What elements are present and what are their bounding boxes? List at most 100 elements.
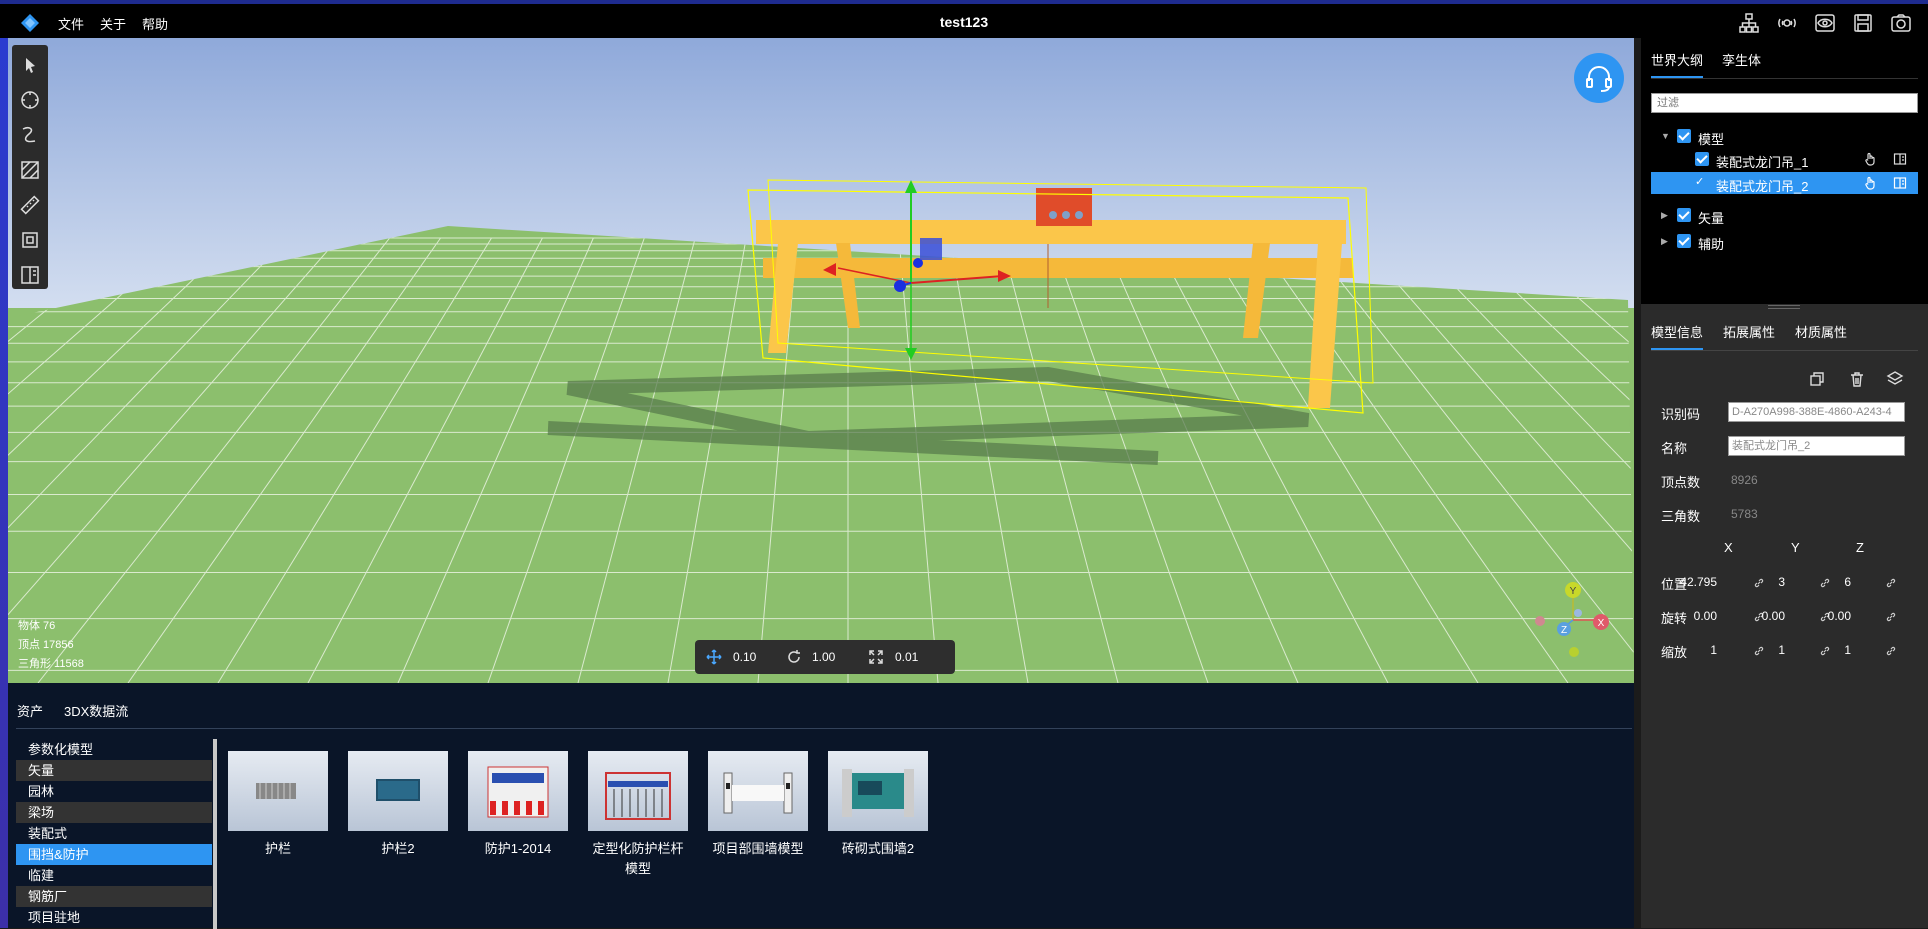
vertex-count: 顶点 17856 <box>18 639 74 651</box>
curve-icon[interactable] <box>18 123 42 147</box>
link-icon[interactable] <box>1885 611 1897 623</box>
category-item[interactable]: 梁场 <box>16 802 212 823</box>
splitter-grip[interactable] <box>1768 305 1800 309</box>
camera-icon[interactable] <box>1890 12 1912 34</box>
asset-card[interactable]: 护栏2 <box>348 751 448 859</box>
move-step-value[interactable]: 0.10 <box>733 650 756 664</box>
tree-checkbox[interactable] <box>1677 234 1691 248</box>
id-label: 识别码 <box>1661 407 1701 422</box>
check-mark-icon[interactable]: ✓ <box>1695 175 1704 188</box>
asset-name: 定型化防护栏杆模型 <box>592 841 684 876</box>
tree-node-crane-2-selected[interactable]: ✓ 装配式龙门吊_2 <box>1651 172 1918 194</box>
tree-label: 辅助 <box>1698 237 1725 252</box>
left-edge-strip <box>0 38 8 928</box>
menu-about[interactable]: 关于 <box>100 14 126 33</box>
delete-icon[interactable] <box>1848 370 1866 388</box>
panel-toggle-icon[interactable] <box>1893 152 1907 166</box>
tree-checkbox[interactable] <box>1677 208 1691 222</box>
asset-card[interactable]: 砖砌式围墙2 <box>828 751 928 859</box>
asset-name: 护栏 <box>264 841 291 856</box>
fixed-railing-thumbnail-icon <box>605 772 671 820</box>
tree-node-helper[interactable]: ▶ 辅助 <box>1641 230 1928 252</box>
area-icon[interactable] <box>18 158 42 182</box>
save-icon[interactable] <box>1852 12 1874 34</box>
id-field[interactable]: D-A270A998-388E-4860-A243-4 <box>1728 402 1905 422</box>
layers-icon[interactable] <box>1886 370 1904 388</box>
tab-material-attributes[interactable]: 材质属性 <box>1795 322 1847 341</box>
link-icon[interactable] <box>1885 577 1897 589</box>
category-scrollbar[interactable] <box>213 739 217 929</box>
hand-pick-icon[interactable] <box>1863 176 1877 190</box>
menu-help[interactable]: 帮助 <box>142 14 168 33</box>
category-item[interactable]: 装配式 <box>16 823 212 844</box>
railing-thumbnail-icon <box>256 783 296 799</box>
asset-card[interactable]: 防护1-2014 <box>468 751 568 859</box>
split-icon[interactable] <box>18 263 42 287</box>
move-icon[interactable] <box>705 648 723 666</box>
copy-icon[interactable] <box>1808 370 1826 388</box>
network-icon[interactable] <box>1776 12 1798 34</box>
hierarchy-icon[interactable] <box>1738 12 1760 34</box>
eye-icon[interactable] <box>1814 12 1836 34</box>
tab-model-info[interactable]: 模型信息 <box>1651 322 1703 341</box>
frame-icon[interactable] <box>18 228 42 252</box>
name-field[interactable]: 装配式龙门吊_2 <box>1728 436 1905 456</box>
expand-arrow-icon[interactable]: ▶ <box>1661 236 1668 247</box>
tab-twin[interactable]: 孪生体 <box>1722 50 1761 69</box>
scale-icon[interactable] <box>867 648 885 666</box>
tab-extended-attributes[interactable]: 拓展属性 <box>1723 322 1775 341</box>
position-z[interactable]: 6 <box>1811 575 1851 589</box>
support-button[interactable] <box>1574 53 1624 103</box>
scale-step-value[interactable]: 0.01 <box>895 650 918 664</box>
hand-pick-icon[interactable] <box>1863 152 1877 166</box>
scale-z[interactable]: 1 <box>1811 643 1851 657</box>
outline-panel: 世界大纲 孪生体 ▼ 模型 装配式龙门吊_1 ✓ 装配式龙门吊_2 ▶ 矢量 ▶… <box>1641 38 1928 304</box>
category-item[interactable]: 项目驻地 <box>16 907 212 928</box>
vertex-count-value: 8926 <box>1731 473 1758 487</box>
category-item[interactable]: 参数化模型 <box>16 739 212 760</box>
rotation-z[interactable]: 0.00 <box>1811 609 1851 623</box>
3d-viewport[interactable]: Y X Z 物体 76 顶点 17856 三角形 11568 0.10 1.00 <box>8 38 1634 683</box>
tab-divider <box>16 728 1632 729</box>
menu-file[interactable]: 文件 <box>58 14 84 33</box>
asset-card[interactable]: 项目部围墙模型 <box>708 751 808 859</box>
category-item[interactable]: 临建 <box>16 865 212 886</box>
category-item[interactable]: 园林 <box>16 781 212 802</box>
tab-divider <box>1651 350 1918 351</box>
tree-label: 装配式龙门吊_2 <box>1716 179 1809 194</box>
rotate-step-value[interactable]: 1.00 <box>812 650 835 664</box>
asset-panel: 资产 3DX数据流 参数化模型 矢量 园林 梁场 装配式 围挡&防护 临建 钢筋… <box>8 683 1634 929</box>
rotate-icon[interactable] <box>785 648 803 666</box>
scale-x[interactable]: 1 <box>1677 643 1717 657</box>
tab-world-outline[interactable]: 世界大纲 <box>1651 50 1703 69</box>
tree-checkbox[interactable] <box>1695 152 1709 166</box>
tree-checkbox[interactable] <box>1677 129 1691 143</box>
tab-assets[interactable]: 资产 <box>17 701 43 720</box>
rotation-x[interactable]: 0.00 <box>1677 609 1717 623</box>
panel-toggle-icon[interactable] <box>1893 176 1907 190</box>
scale-y[interactable]: 1 <box>1745 643 1785 657</box>
rotation-y[interactable]: 0.00 <box>1745 609 1785 623</box>
category-item-selected[interactable]: 围挡&防护 <box>16 844 212 865</box>
tree-node-vector[interactable]: ▶ 矢量 <box>1641 204 1928 226</box>
position-x[interactable]: 42.795 <box>1677 575 1717 589</box>
filter-input[interactable] <box>1651 93 1918 113</box>
category-item[interactable]: 钢筋厂 <box>16 886 212 907</box>
panel-splitter[interactable] <box>1634 38 1641 928</box>
tab-3dx-dataflow[interactable]: 3DX数据流 <box>64 701 128 720</box>
axis-header-y: Y <box>1791 540 1800 555</box>
asset-card[interactable]: 护栏 <box>228 751 328 859</box>
ruler-icon[interactable] <box>18 193 42 217</box>
asset-name: 防护1-2014 <box>484 841 552 856</box>
collapse-arrow-icon[interactable]: ▼ <box>1661 131 1670 141</box>
expand-arrow-icon[interactable]: ▶ <box>1661 210 1668 221</box>
link-icon[interactable] <box>1885 645 1897 657</box>
properties-panel: 模型信息 拓展属性 材质属性 识别码 D-A270A998-388E-4860-… <box>1641 310 1928 928</box>
tree-node-crane-1[interactable]: 装配式龙门吊_1 <box>1641 148 1928 170</box>
tree-node-model[interactable]: ▼ 模型 <box>1641 125 1928 147</box>
circle-icon[interactable] <box>18 88 42 112</box>
select-icon[interactable] <box>18 53 42 77</box>
category-item[interactable]: 矢量 <box>16 760 212 781</box>
asset-card[interactable]: 定型化防护栏杆模型 <box>588 751 688 879</box>
position-y[interactable]: 3 <box>1745 575 1785 589</box>
